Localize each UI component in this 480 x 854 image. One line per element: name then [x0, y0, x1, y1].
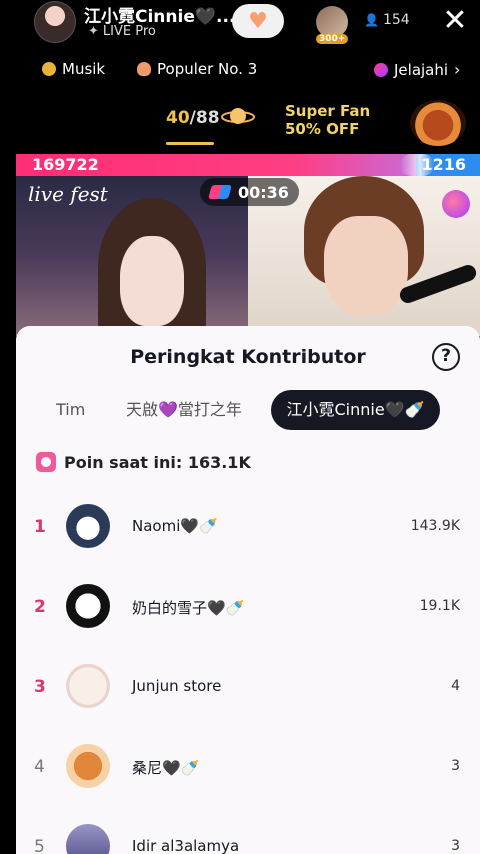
category-bar: Musik Populer No. 3 Jelajahi ›: [0, 56, 480, 82]
battle-timer: 00:36: [200, 178, 299, 206]
streamer-left-face: [120, 236, 184, 326]
contributor-score: 143.9K: [410, 518, 460, 534]
host-subtitle: ✦ LIVE Pro: [88, 24, 156, 39]
help-icon[interactable]: ?: [432, 343, 460, 371]
contributor-name: Junjun store: [132, 677, 222, 695]
battle-left: 169722: [16, 154, 416, 176]
heart-icon: [137, 62, 151, 76]
host-avatar[interactable]: [34, 1, 76, 43]
music-icon: [42, 62, 56, 76]
contributor-score: 3: [451, 758, 460, 774]
list-item[interactable]: 2 奶白的雪子🖤🍼 19.1K: [16, 566, 480, 646]
viewer-count-value: 154: [382, 12, 410, 28]
avatar[interactable]: [66, 504, 110, 548]
superfan-line1: Super Fan: [285, 102, 371, 120]
battle-divider-icon: [400, 154, 434, 176]
contributor-name: 奶白的雪子🖤🍼: [132, 599, 245, 617]
superfan-promo[interactable]: Super Fan 50% OFF: [285, 102, 370, 138]
streamer-right-face: [324, 216, 408, 316]
planet-icon: [221, 108, 255, 124]
avatar[interactable]: [66, 584, 110, 628]
category-popular[interactable]: Populer No. 3: [137, 60, 257, 78]
current-points: Poin saat ini: 163.1K: [36, 452, 251, 472]
tab-team[interactable]: Tim: [56, 390, 85, 430]
tab-opponent[interactable]: 天啟💜當打之年: [126, 390, 242, 430]
viewer-count[interactable]: 👤 154: [364, 12, 410, 28]
superfan-line2: 50% OFF: [285, 120, 360, 138]
sheet-title: Peringkat Kontributor: [130, 346, 366, 368]
contributor-name: 桑尼🖤🍼: [132, 759, 200, 777]
rank-number: 4: [34, 757, 45, 777]
rank-number: 3: [34, 677, 46, 697]
viewer-badge: 300+: [316, 34, 349, 44]
timer-value: 00:36: [238, 182, 289, 202]
chevron-right-icon: ›: [454, 60, 461, 79]
progress-total: /88: [189, 108, 220, 128]
list-item[interactable]: 1 Naomi🖤🍼 143.9K: [16, 486, 480, 566]
progress-current: 40: [166, 108, 190, 128]
rank-number: 2: [34, 597, 46, 617]
host-subtitle-text: LIVE Pro: [102, 24, 156, 39]
top-viewer-avatar[interactable]: 300+: [316, 6, 349, 44]
globe-icon[interactable]: [442, 190, 470, 218]
category-label: Populer No. 3: [157, 60, 258, 78]
contributor-name: Idir al3alamya: [132, 837, 240, 854]
list-item[interactable]: 5 Idir al3alamya 3: [16, 806, 480, 854]
category-label: Musik: [62, 60, 106, 78]
list-item[interactable]: 3 Junjun store 4: [16, 646, 480, 726]
superfan-badge-icon[interactable]: [410, 100, 466, 146]
points-label: Poin saat ini: 163.1K: [64, 452, 251, 472]
category-explore[interactable]: Jelajahi ›: [374, 60, 460, 79]
explore-icon: [374, 62, 388, 77]
follow-button[interactable]: ♥: [232, 4, 284, 38]
heart-plus-icon: ♥: [248, 8, 268, 34]
avatar[interactable]: [66, 744, 110, 788]
contributor-score: 4: [451, 678, 460, 694]
category-label: Jelajahi: [394, 60, 449, 79]
list-item[interactable]: 4 桑尼🖤🍼 3: [16, 726, 480, 806]
versus-icon: [208, 185, 232, 199]
team-tabs: Tim 天啟💜當打之年 江小霓Cinnie🖤🍼: [16, 390, 480, 430]
battle-score-bar: 169722 1216: [16, 154, 480, 176]
live-header: 江小霓Cinnie🖤... ✦ LIVE Pro ♥ 300+ 👤 154 ✕: [0, 0, 480, 46]
avatar[interactable]: [66, 824, 110, 854]
progress-indicator: [166, 142, 214, 145]
clock-icon: [36, 452, 56, 472]
tab-host[interactable]: 江小霓Cinnie🖤🍼: [271, 390, 440, 430]
goal-progress[interactable]: 40/88: [166, 108, 220, 128]
rank-number: 5: [34, 837, 45, 854]
battle-left-score: 169722: [32, 155, 99, 174]
contributor-score: 19.1K: [419, 598, 460, 614]
contributor-score: 3: [451, 838, 460, 854]
category-musik[interactable]: Musik: [42, 60, 105, 78]
close-icon[interactable]: ✕: [441, 4, 469, 38]
rank-number: 1: [34, 517, 46, 537]
live-fest-overlay: live fest: [28, 182, 108, 206]
contributor-sheet: Peringkat Kontributor ? Tim 天啟💜當打之年 江小霓C…: [16, 326, 480, 854]
sparkle-icon: ✦: [88, 24, 99, 39]
avatar[interactable]: [66, 664, 110, 708]
person-icon: 👤: [364, 13, 379, 27]
contributor-name: Naomi🖤🍼: [132, 517, 218, 535]
